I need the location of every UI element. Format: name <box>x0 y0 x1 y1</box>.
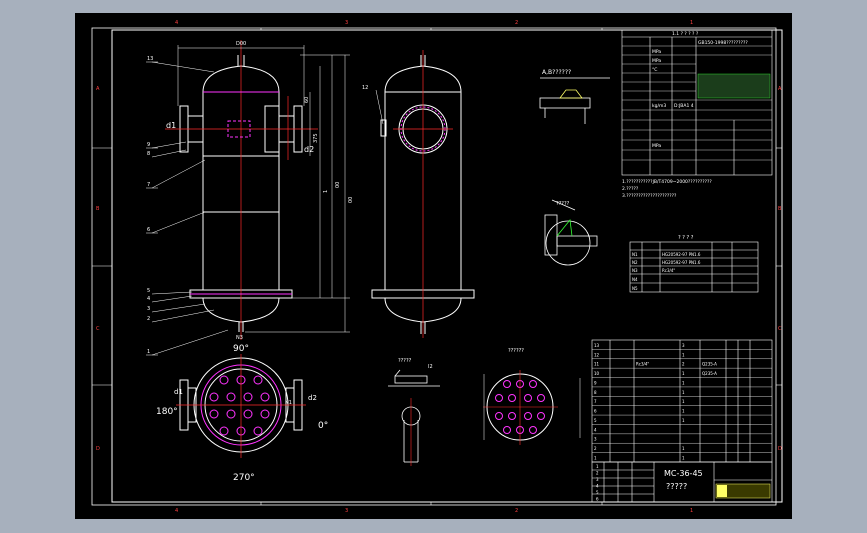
bom-cell: Rc3/4" <box>636 362 649 367</box>
tech-cell-0-3: GB150-1998????????? <box>698 40 748 46</box>
nozzle-table-title: ? ? ? ? <box>678 235 694 241</box>
tech-cell-12-1: MPa <box>652 143 661 149</box>
leader-1: 1 <box>147 349 150 355</box>
tech-table-note-block <box>697 73 771 99</box>
note-1: 1.???????????JB/T4709~2000?????????? <box>622 179 712 185</box>
detail-small-title: ????? <box>398 358 412 364</box>
zone-bottom-3: 2 <box>515 508 518 514</box>
bom-cell: 10 <box>594 371 600 376</box>
angle-180: 180° <box>156 407 178 417</box>
detail-flange-title: ?????? <box>508 348 524 354</box>
leader-5: 5 <box>147 288 150 294</box>
nozzle-row4-id: N4 <box>632 277 638 282</box>
label-d2: d2 <box>304 145 314 154</box>
nozzle-tag-n3: N3 <box>236 335 243 341</box>
zone-bottom-2: 3 <box>345 508 348 514</box>
zone-right-c: C <box>778 326 782 332</box>
nozzle-row5-id: N5 <box>632 286 638 291</box>
angle-0: 0° <box>318 421 328 431</box>
zone-top-4: 1 <box>690 20 693 26</box>
zone-bottom-1: 4 <box>175 508 178 514</box>
leader-2: 2 <box>147 316 150 322</box>
detail-weld-title: ????? <box>556 201 570 207</box>
zone-left-b: B <box>96 206 100 212</box>
tech-cell-8-3: D:JBA1 4 <box>674 103 694 109</box>
leader-3: 3 <box>147 306 150 312</box>
nozzle-row3-id: N3 <box>632 268 638 273</box>
bom-cell: 11 <box>594 362 600 367</box>
tech-cell-1-1: MPa <box>652 49 661 55</box>
drawing-number: MC-36-45 <box>664 469 703 478</box>
drawing-name: ????? <box>666 482 687 491</box>
plan-tag-n1: N1 <box>285 400 292 406</box>
plan-label-d2: d2 <box>308 394 317 402</box>
leader-8: 8 <box>147 151 150 157</box>
nozzle-row1-std: HG20592-97 PN1.6 <box>662 252 701 257</box>
zone-top-2: 3 <box>345 20 348 26</box>
dim-right-5: 00 <box>348 197 354 203</box>
zone-left-a: A <box>96 86 100 92</box>
tech-cell-2-1: MPa <box>652 58 661 64</box>
dim-right-3: 1 <box>323 190 329 193</box>
zone-right-d: D <box>778 446 782 452</box>
company-logo-icon <box>717 485 727 497</box>
zone-right-b: B <box>778 206 782 212</box>
side-tag-12: 12 <box>362 85 368 91</box>
nozzle-row2-id: N2 <box>632 260 638 265</box>
nozzle-row2-std: HG20592-97 PN1.6 <box>662 260 701 265</box>
note-2: 2.????? <box>622 186 639 192</box>
dim-right-2: 375 <box>313 133 319 143</box>
tech-cell-8-1: kg/m3 <box>652 103 666 109</box>
cad-drawing-canvas: 4 3 2 1 4 3 2 1 A B C D A B C D 13 9 8 7… <box>75 13 792 519</box>
bom-cell: 13 <box>594 343 600 348</box>
zone-top-3: 2 <box>515 20 518 26</box>
zone-bottom-4: 1 <box>690 508 693 514</box>
bom-cell: 12 <box>594 352 600 357</box>
detail-a-title: A,B?????? <box>542 69 571 76</box>
zone-left-c: C <box>96 326 100 332</box>
leader-7: 7 <box>147 182 150 188</box>
detail-small-tag: I2 <box>428 364 433 370</box>
dim-right-4: 00 <box>335 182 341 188</box>
dim-top: D00 <box>236 41 246 47</box>
bom-cell: Q235-A <box>702 362 717 367</box>
leader-13: 13 <box>147 56 153 62</box>
bom-cell: Q235-A <box>702 371 717 376</box>
zone-left-d: D <box>96 446 100 452</box>
angle-90: 90° <box>233 344 249 354</box>
plan-label-d1: d1 <box>174 388 183 396</box>
nozzle-row3-std: Rc3/4" <box>662 268 675 273</box>
note-3: 3.????????????????????? <box>622 193 677 199</box>
label-d1: d1 <box>166 121 176 130</box>
tech-cell-3-1: °C <box>652 67 657 73</box>
leader-9: 9 <box>147 142 150 148</box>
dim-right-1: 60 <box>304 97 310 103</box>
zone-top-1: 4 <box>175 20 178 26</box>
leader-4: 4 <box>147 296 150 302</box>
tech-table-title: 1.1 ? ? ? ? ? <box>672 31 699 37</box>
leader-6: 6 <box>147 227 150 233</box>
angle-270: 270° <box>233 473 255 483</box>
nozzle-row1-id: N1 <box>632 252 638 257</box>
zone-right-a: A <box>778 86 782 92</box>
